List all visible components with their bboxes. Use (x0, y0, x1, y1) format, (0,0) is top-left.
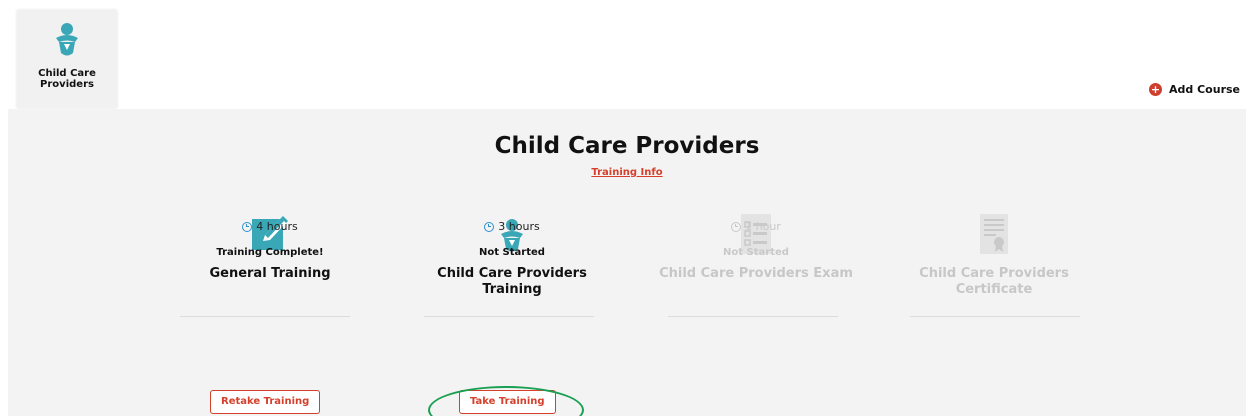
step-meta-child-care-providers-training: 3 hours Not Started (412, 220, 612, 258)
duration: 3 hours (412, 220, 612, 233)
baby-icon (53, 22, 81, 58)
step-meta-child-care-providers-exam: 1 hour Not Started (656, 220, 856, 258)
retake-training-button[interactable]: Retake Training (210, 390, 321, 414)
take-training-button[interactable]: Take Training (459, 390, 556, 414)
step-title: General Training (209, 266, 331, 281)
status-text: Not Started (479, 247, 545, 258)
status-text: Training Complete! (216, 247, 324, 258)
plus-circle-icon: + (1149, 83, 1163, 96)
course-panel: Child Care Providers Training Info Gener… (8, 109, 1246, 416)
add-course-button[interactable]: + Add Course (1149, 83, 1240, 96)
step-title: Child Care Providers Exam (659, 266, 853, 281)
status-text: Not Started (723, 247, 789, 258)
divider (180, 316, 350, 317)
clock-icon (731, 221, 742, 232)
duration: 4 hours (170, 220, 370, 233)
add-course-label: Add Course (1169, 83, 1240, 96)
certificate-icon (894, 214, 1094, 254)
divider (424, 316, 594, 317)
clock-icon (242, 221, 253, 232)
duration-text: 3 hours (498, 220, 540, 233)
step-title: Child Care Providers Certificate (919, 266, 1069, 297)
clock-icon (484, 221, 495, 232)
duration: 1 hour (656, 220, 856, 233)
course-page: Child Care Providers + Add Course Child … (0, 0, 1246, 416)
divider (910, 316, 1080, 317)
course-tab-child-care-providers[interactable]: Child Care Providers (17, 10, 117, 108)
step-title: Child Care Providers Training (437, 266, 587, 297)
tab-label: Child Care Providers (38, 68, 96, 90)
step-child-care-providers-certificate: Child Care Providers Certificate (894, 214, 1094, 298)
duration-text: 1 hour (745, 220, 781, 233)
duration-text: 4 hours (256, 220, 298, 233)
divider (668, 316, 838, 317)
step-meta-general-training: 4 hours Training Complete! (170, 220, 370, 258)
page-title: Child Care Providers (494, 133, 760, 159)
training-info-link[interactable]: Training Info (8, 167, 1246, 178)
